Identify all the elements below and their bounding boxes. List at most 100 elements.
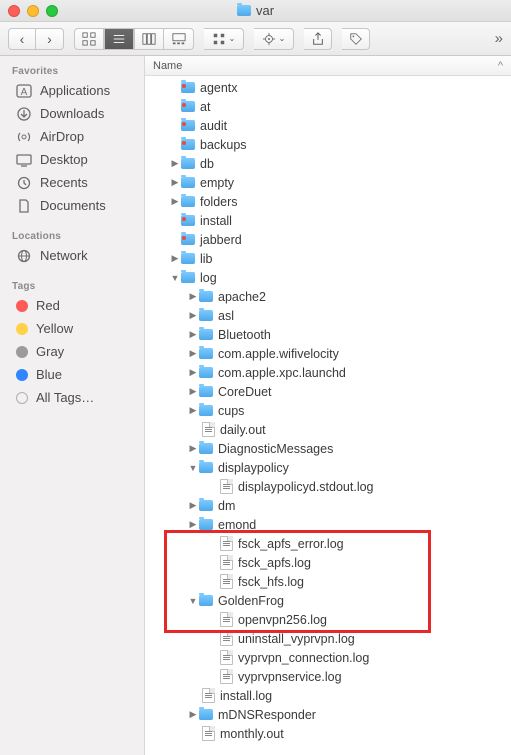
item-name-label: openvpn256.log xyxy=(238,613,327,627)
overflow-button[interactable]: » xyxy=(495,30,503,47)
tag-dot-icon xyxy=(16,346,28,358)
list-item[interactable]: ▶Bluetooth xyxy=(145,325,511,344)
list-item[interactable]: ▶DiagnosticMessages xyxy=(145,439,511,458)
forward-button[interactable]: › xyxy=(36,28,64,50)
folder-icon xyxy=(181,196,195,207)
file-icon xyxy=(220,631,233,646)
list-item[interactable]: vyprvpn_connection.log xyxy=(145,648,511,667)
sidebar-item-recents[interactable]: Recents xyxy=(0,171,144,194)
list-item[interactable]: ▼displaypolicy xyxy=(145,458,511,477)
zoom-window-button[interactable] xyxy=(46,5,58,17)
list-item[interactable]: vyprvpnservice.log xyxy=(145,667,511,686)
disclosure-triangle-icon[interactable]: ▼ xyxy=(169,273,181,283)
action-button[interactable]: ⌄ xyxy=(254,28,294,50)
list-item[interactable]: ▶ com.apple.wifivelocity xyxy=(145,344,511,363)
disclosure-triangle-icon[interactable]: ▶ xyxy=(187,405,199,416)
list-item[interactable]: uninstall_vyprvpn.log xyxy=(145,629,511,648)
item-name-label: folders xyxy=(200,195,238,209)
list-item[interactable]: ▶db xyxy=(145,154,511,173)
folder-icon xyxy=(199,519,213,530)
sidebar-item-documents[interactable]: Documents xyxy=(0,194,144,217)
list-item[interactable]: ▶CoreDuet xyxy=(145,382,511,401)
list-item[interactable]: displaypolicyd.stdout.log xyxy=(145,477,511,496)
rows-container[interactable]: agentxatauditbackups▶db▶empty▶foldersins… xyxy=(145,76,511,755)
back-button[interactable]: ‹ xyxy=(8,28,36,50)
list-item[interactable]: fsck_apfs.log xyxy=(145,553,511,572)
minimize-window-button[interactable] xyxy=(27,5,39,17)
disclosure-triangle-icon[interactable]: ▶ xyxy=(187,291,199,302)
tag-item-label: Blue xyxy=(36,367,62,382)
list-item[interactable]: ▶ emond xyxy=(145,515,511,534)
column-view-button[interactable] xyxy=(134,28,164,50)
tag-item-alltags[interactable]: All Tags… xyxy=(0,386,144,409)
icon-view-button[interactable] xyxy=(74,28,104,50)
list-item[interactable]: monthly.out xyxy=(145,724,511,743)
list-item[interactable]: ▶ folders xyxy=(145,192,511,211)
list-item[interactable]: audit xyxy=(145,116,511,135)
list-icon xyxy=(112,32,126,46)
disclosure-triangle-icon[interactable]: ▶ xyxy=(187,386,199,397)
tag-item-red[interactable]: Red xyxy=(0,294,144,317)
tag-item-yellow[interactable]: Yellow xyxy=(0,317,144,340)
chevron-down-icon: ⌄ xyxy=(229,34,236,43)
disclosure-triangle-icon[interactable]: ▼ xyxy=(187,596,199,606)
disclosure-triangle-icon[interactable]: ▶ xyxy=(169,253,181,264)
disclosure-triangle-icon[interactable]: ▶ xyxy=(187,500,199,511)
list-item[interactable]: daily.out xyxy=(145,420,511,439)
disclosure-triangle-icon[interactable]: ▶ xyxy=(187,310,199,321)
list-item[interactable]: ▶cups xyxy=(145,401,511,420)
list-item[interactable]: ▶dm xyxy=(145,496,511,515)
disclosure-triangle-icon[interactable]: ▼ xyxy=(187,463,199,473)
list-item[interactable]: install.log xyxy=(145,686,511,705)
window-controls xyxy=(8,5,58,17)
folder-icon xyxy=(181,177,195,188)
list-item[interactable]: backups xyxy=(145,135,511,154)
disclosure-triangle-icon[interactable]: ▶ xyxy=(187,709,199,720)
tags-button[interactable] xyxy=(342,28,370,50)
sidebar-item-network[interactable]: Network xyxy=(0,244,144,267)
item-name-label: emond xyxy=(218,518,256,532)
disclosure-triangle-icon[interactable]: ▶ xyxy=(169,158,181,169)
sidebar-item-applications[interactable]: AApplications xyxy=(0,79,144,102)
share-button[interactable] xyxy=(304,28,332,50)
gallery-view-button[interactable] xyxy=(164,28,194,50)
list-item[interactable]: at xyxy=(145,97,511,116)
disclosure-triangle-icon[interactable]: ▶ xyxy=(187,329,199,340)
disclosure-triangle-icon[interactable]: ▶ xyxy=(187,367,199,378)
window-title: var xyxy=(237,3,274,18)
list-item[interactable]: ▶mDNSResponder xyxy=(145,705,511,724)
list-item[interactable]: agentx xyxy=(145,78,511,97)
list-item[interactable]: ▶lib xyxy=(145,249,511,268)
tag-icon xyxy=(349,32,363,46)
close-window-button[interactable] xyxy=(8,5,20,17)
sidebar-item-desktop[interactable]: Desktop xyxy=(0,148,144,171)
sidebar-item-downloads[interactable]: Downloads xyxy=(0,102,144,125)
list-item[interactable]: fsck_apfs_error.log xyxy=(145,534,511,553)
disclosure-triangle-icon[interactable]: ▶ xyxy=(169,196,181,207)
disclosure-triangle-icon[interactable]: ▶ xyxy=(187,519,199,530)
list-item[interactable]: ▶apache2 xyxy=(145,287,511,306)
list-item[interactable]: ▼log xyxy=(145,268,511,287)
list-item[interactable]: ▶empty xyxy=(145,173,511,192)
disclosure-triangle-icon[interactable]: ▶ xyxy=(169,177,181,188)
sidebar-item-airdrop[interactable]: AirDrop xyxy=(0,125,144,148)
list-item[interactable]: jabberd xyxy=(145,230,511,249)
tag-item-gray[interactable]: Gray xyxy=(0,340,144,363)
disclosure-triangle-icon[interactable]: ▶ xyxy=(187,348,199,359)
arrange-button[interactable]: ⌄ xyxy=(204,28,244,50)
folder-icon xyxy=(199,310,213,321)
tag-item-blue[interactable]: Blue xyxy=(0,363,144,386)
toolbar: ‹ › ⌄ ⌄ xyxy=(0,22,511,56)
disclosure-triangle-icon[interactable]: ▶ xyxy=(187,443,199,454)
list-view-button[interactable] xyxy=(104,28,134,50)
list-item[interactable]: ▶com.apple.xpc.launchd xyxy=(145,363,511,382)
file-icon xyxy=(202,726,215,741)
list-header[interactable]: Name ^ xyxy=(145,56,511,76)
list-item[interactable]: install xyxy=(145,211,511,230)
list-item[interactable]: openvpn256.log xyxy=(145,610,511,629)
item-name-label: com.apple.wifivelocity xyxy=(218,347,339,361)
documents-icon xyxy=(16,199,32,213)
list-item[interactable]: fsck_hfs.log xyxy=(145,572,511,591)
list-item[interactable]: ▼GoldenFrog xyxy=(145,591,511,610)
list-item[interactable]: ▶asl xyxy=(145,306,511,325)
